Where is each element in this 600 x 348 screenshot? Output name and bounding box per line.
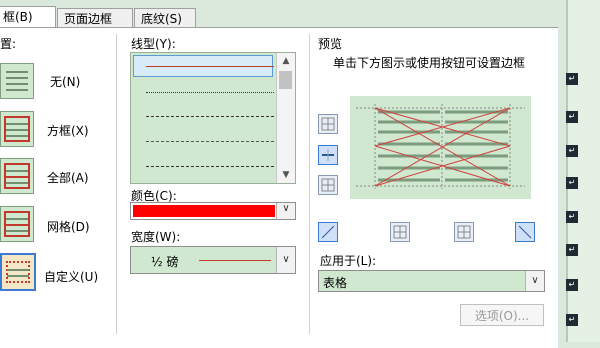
- border-middle-icon: [322, 149, 334, 161]
- setting-all-thumb[interactable]: [0, 158, 34, 194]
- line-style-dotted[interactable]: [146, 92, 274, 93]
- para-mark-icon: ↵: [566, 111, 578, 123]
- preview-diagram: [356, 104, 525, 189]
- tab-borders[interactable]: 框(B): [0, 6, 56, 28]
- line-style-label: 线型(Y):: [131, 37, 176, 51]
- border-middle-button[interactable]: [318, 145, 338, 165]
- setting-grid-label[interactable]: 网格(D): [47, 218, 90, 235]
- width-sample-line: [199, 260, 271, 261]
- line-style-dash-dot[interactable]: [146, 166, 274, 167]
- preview-canvas[interactable]: [350, 96, 531, 199]
- border-right-icon: [457, 225, 471, 239]
- border-bottom-icon: [321, 178, 335, 192]
- scroll-up-icon[interactable]: ▲: [277, 53, 295, 69]
- color-dropdown[interactable]: ∨: [130, 202, 296, 220]
- line-style-solid[interactable]: [146, 66, 274, 67]
- tab-page-border[interactable]: 页面边框(P): [57, 8, 133, 46]
- border-left-button[interactable]: [390, 222, 410, 242]
- border-bottom-button[interactable]: [318, 175, 338, 195]
- line-style-scrollbar[interactable]: ▲ ▼: [276, 53, 295, 183]
- para-mark-icon: ↵: [566, 177, 578, 189]
- tab-shading-label: 底纹(S): [141, 12, 182, 26]
- border-left-icon: [393, 225, 407, 239]
- setting-grid-thumb[interactable]: [0, 206, 34, 242]
- diag-up-button[interactable]: [515, 222, 535, 242]
- setting-box-thumb[interactable]: [0, 111, 34, 147]
- color-swatch: [133, 205, 275, 217]
- border-top-icon: [321, 117, 335, 131]
- apply-value: 表格: [323, 276, 348, 290]
- line-style-long-dash[interactable]: [146, 141, 274, 142]
- border-top-button[interactable]: [318, 114, 338, 134]
- diagonal-up-icon: [518, 225, 532, 239]
- chevron-down-icon: ∨: [276, 247, 295, 273]
- preview-hint: 单击下方图示或使用按钮可设置边框: [333, 56, 526, 70]
- diagonal-down-icon: [321, 225, 335, 239]
- setting-custom-thumb[interactable]: [0, 253, 36, 291]
- setting-custom-label[interactable]: 自定义(U): [44, 268, 98, 285]
- para-mark-icon: ↵: [566, 314, 578, 326]
- setting-all-label[interactable]: 全部(A): [47, 169, 89, 186]
- divider-left: [116, 34, 117, 334]
- border-right-button[interactable]: [454, 222, 474, 242]
- diag-down-button[interactable]: [318, 222, 338, 242]
- setting-none-thumb[interactable]: [0, 63, 34, 99]
- chevron-down-icon: ∨: [276, 203, 295, 219]
- line-style-dashed[interactable]: [146, 116, 274, 117]
- para-mark-icon: ↵: [566, 145, 578, 157]
- scroll-thumb[interactable]: [279, 71, 292, 89]
- setting-box-label[interactable]: 方框(X): [47, 122, 89, 139]
- apply-label: 应用于(L):: [320, 254, 377, 268]
- options-button[interactable]: 选项(O)...: [460, 304, 544, 326]
- tab-shading[interactable]: 底纹(S): [134, 8, 196, 28]
- width-dropdown[interactable]: ½ 磅 ∨: [130, 246, 296, 274]
- apply-dropdown[interactable]: 表格 ∨: [318, 270, 545, 292]
- setting-none-label[interactable]: 无(N): [50, 73, 80, 90]
- scroll-down-icon[interactable]: ▼: [277, 167, 295, 183]
- chevron-down-icon: ∨: [525, 271, 544, 291]
- para-mark-icon: ↵: [566, 73, 578, 85]
- preview-title: 预览: [318, 37, 343, 51]
- para-mark-icon: ↵: [566, 244, 578, 256]
- divider-right: [309, 34, 310, 334]
- width-value: ½ 磅: [151, 255, 179, 269]
- tab-borders-label: 框(B): [3, 10, 33, 24]
- para-mark-icon: ↵: [566, 211, 578, 223]
- setting-title: 置:: [0, 37, 17, 51]
- line-style-list[interactable]: ▲ ▼: [130, 52, 296, 184]
- para-mark-icon: ↵: [566, 279, 578, 291]
- width-label: 宽度(W):: [131, 230, 181, 244]
